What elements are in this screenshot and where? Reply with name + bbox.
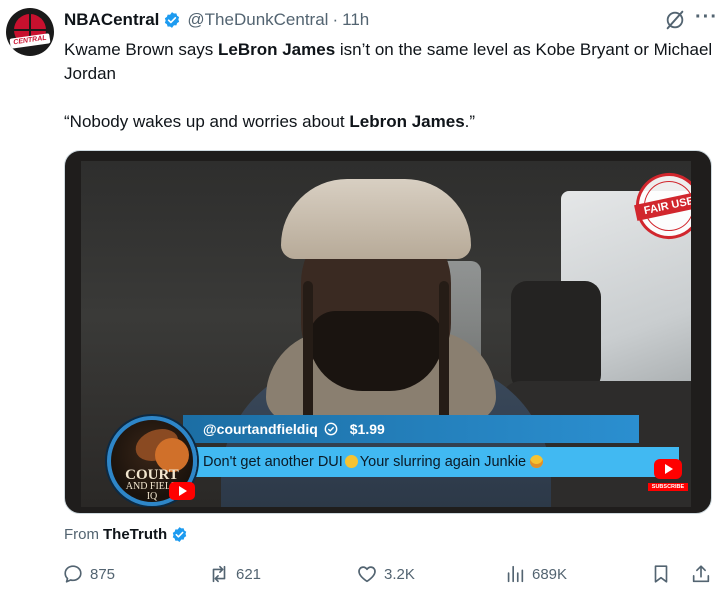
more-icon[interactable]: ···: [695, 6, 718, 29]
youtube-play-icon: [169, 482, 195, 500]
like-button[interactable]: 3.2K: [356, 560, 415, 588]
post-paragraph-1: Kwame Brown says LeBron James isn’t on t…: [64, 40, 713, 83]
reply-count: 875: [90, 565, 116, 583]
header-separator: ·: [332, 10, 339, 29]
bold-name: Lebron James: [349, 112, 465, 131]
logo-line-1: COURT: [125, 467, 179, 483]
grok-icon[interactable]: [664, 9, 686, 31]
court-and-field-iq-logo: COURT AND FIELD IQ: [107, 416, 197, 506]
repost-count: 621: [236, 565, 262, 583]
views-icon: [507, 565, 524, 583]
attribution-source[interactable]: TheTruth: [103, 526, 167, 543]
verified-badge-icon: [172, 527, 187, 542]
bold-name: LeBron James: [218, 40, 336, 59]
verified-badge-icon: [165, 12, 180, 28]
post-timestamp[interactable]: 11h: [342, 10, 369, 30]
person-hair: [303, 281, 313, 431]
verified-circle-icon: [324, 422, 338, 436]
account-handle[interactable]: @TheDunkCentral: [187, 10, 328, 30]
action-bar: 875 621 3.2K 689K: [58, 560, 718, 588]
post-paragraph-2: “Nobody wakes up and worries about Lebro…: [64, 112, 476, 131]
post-text: Kwame Brown says LeBron James isn’t on t…: [64, 38, 716, 134]
superchat-header: @courtandfieldiq $1.99: [183, 415, 639, 443]
superchat-amount: $1.99: [349, 421, 385, 437]
person-beard: [309, 311, 443, 391]
share-icon: [692, 565, 710, 583]
attribution-label: From: [64, 526, 99, 543]
youtube-play-icon: [654, 459, 682, 479]
video-thumbnail[interactable]: FAIR USE @courtandfieldiq $1.99 Don't ge…: [64, 150, 712, 514]
heart-icon: [358, 566, 376, 583]
superchat-message: Don't get another DUI Your slurring again…: [183, 447, 679, 477]
account-avatar[interactable]: CENTRAL: [6, 8, 54, 56]
reply-button[interactable]: 875: [62, 560, 115, 588]
reply-icon: [64, 565, 82, 583]
person-hair: [439, 281, 449, 431]
video-frame: FAIR USE @courtandfieldiq $1.99 Don't ge…: [81, 161, 691, 507]
person-beanie: [281, 179, 471, 259]
views-count: 689K: [532, 565, 568, 583]
views-button[interactable]: 689K: [504, 560, 567, 588]
superchat-user: @courtandfieldiq: [203, 421, 318, 437]
post-header: NBACentral @TheDunkCentral · 11h: [64, 8, 718, 32]
share-button[interactable]: [690, 560, 718, 588]
seat-headrest: [511, 281, 601, 391]
like-count: 3.2K: [384, 565, 415, 583]
repost-icon: [212, 565, 226, 583]
zipper-face-emoji-icon: [344, 455, 358, 468]
subscribe-label: SUBSCRIBE: [648, 483, 688, 491]
account-name[interactable]: NBACentral: [64, 10, 159, 30]
repost-button[interactable]: 621: [208, 560, 261, 588]
bookmark-button[interactable]: [650, 560, 678, 588]
screaming-face-emoji-icon: [530, 455, 544, 468]
bookmark-icon: [654, 565, 668, 583]
video-attribution: From TheTruth: [64, 526, 188, 543]
subscribe-badge: SUBSCRIBE: [648, 459, 688, 499]
